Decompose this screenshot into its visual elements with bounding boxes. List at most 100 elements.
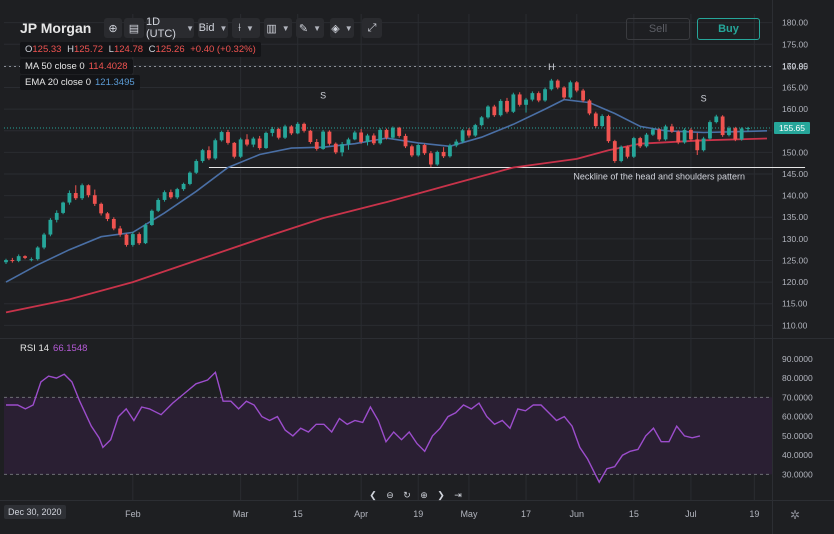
candle: [194, 159, 199, 174]
x-tick-label: 15: [629, 509, 639, 519]
ema-legend[interactable]: EMA 20 close 0 121.3495: [20, 75, 140, 90]
candle: [264, 131, 268, 149]
candle-body: [143, 225, 148, 244]
candle: [733, 126, 738, 142]
drawing-tools-button[interactable]: ✎ ▼: [296, 18, 324, 38]
candle-body: [600, 116, 605, 126]
candle-body: [467, 130, 471, 136]
candle-body: [397, 127, 402, 136]
toolbar: JP Morgan ⊕ ▤ 1D (UTC) ▼ Bid ▼ ⟊ ▼ ▥ ▼ ✎ ▼ ◈ ▼…: [0, 14, 834, 44]
candle: [23, 255, 27, 260]
indicators-button[interactable]: ▥ ▼: [264, 18, 292, 38]
candle-body: [441, 151, 446, 157]
candle: [390, 126, 395, 139]
ohlc-open: O125.33: [25, 44, 62, 55]
candle: [536, 91, 541, 103]
candle: [340, 142, 345, 157]
candle-body: [378, 129, 383, 144]
candle-body: [359, 132, 364, 142]
candle-body: [175, 189, 180, 198]
candle-body: [517, 94, 522, 105]
reset-icon[interactable]: ↻: [400, 488, 414, 502]
interval-select[interactable]: 1D (UTC) ▼: [146, 16, 194, 40]
add-symbol-icon[interactable]: ⊕: [104, 18, 122, 38]
candle: [606, 114, 611, 143]
scroll-left-icon[interactable]: ❮: [366, 488, 380, 502]
candle-body: [333, 143, 338, 153]
candle: [682, 128, 687, 144]
candle-body: [739, 128, 744, 140]
buy-button[interactable]: Buy: [697, 18, 760, 40]
candle-body: [92, 195, 97, 204]
candle: [486, 105, 490, 119]
candle-body: [16, 256, 21, 261]
candle: [638, 136, 643, 149]
candle: [739, 127, 744, 141]
candle-body: [67, 193, 72, 203]
candle: [524, 97, 528, 113]
layers-icon[interactable]: ◈ ▼: [330, 18, 354, 38]
candle-body: [403, 135, 408, 147]
candle-body: [429, 153, 433, 165]
rsi-legend[interactable]: RSI 14 66.1548: [20, 343, 87, 354]
candle-body: [29, 259, 34, 261]
candle-body: [4, 260, 8, 263]
rsi-tick-label: 50.0000: [782, 431, 813, 441]
candle: [48, 218, 53, 237]
candle: [156, 198, 161, 213]
ohlc-high: H125.72: [67, 44, 104, 55]
candle: [473, 123, 478, 137]
candle-body: [232, 142, 237, 157]
annotations: Neckline of the head and shoulders patte…: [320, 62, 745, 181]
candle: [695, 132, 700, 155]
ma-legend[interactable]: MA 50 close 0 114.4028: [20, 59, 133, 74]
candle-body: [23, 256, 27, 258]
candle-body: [213, 140, 218, 159]
candle: [111, 217, 116, 231]
candle-body: [276, 129, 281, 138]
ema-legend-value: 121.3495: [95, 77, 135, 88]
ohlc-close: C125.26: [148, 44, 185, 55]
candle-body: [86, 185, 91, 196]
zoom-in-icon[interactable]: ⊕: [417, 488, 431, 502]
chart-type-select[interactable]: ⟊ ▼: [232, 18, 260, 38]
price-side-label: Bid: [198, 22, 215, 34]
chevron-down-icon: ▼: [186, 23, 194, 33]
y-tick-label: 115.00: [782, 299, 808, 309]
zoom-out-icon[interactable]: ⊖: [383, 488, 397, 502]
x-tick-label: Jun: [570, 509, 585, 519]
compare-icon[interactable]: ▤: [124, 18, 144, 38]
candle-body: [638, 138, 643, 147]
candle: [314, 138, 319, 151]
candle-body: [207, 150, 211, 159]
candle: [498, 99, 503, 117]
settings-gear-icon[interactable]: ✲: [790, 508, 800, 522]
candle: [600, 114, 605, 128]
candle-body: [181, 183, 186, 190]
rsi-band-fill: [4, 397, 772, 475]
chart-root: Feb Mar 15 Apr 19 May 17 Jun 15 Jul 19 180.00 175.00…: [0, 0, 834, 534]
candle: [295, 122, 300, 135]
scroll-to-end-icon[interactable]: ⇥: [451, 488, 465, 502]
candle-body: [549, 80, 554, 90]
candle-body: [105, 213, 110, 219]
candle-body: [720, 116, 725, 136]
scroll-right-icon[interactable]: ❯: [434, 488, 448, 502]
candle: [226, 129, 230, 145]
candle: [321, 129, 325, 150]
sell-button[interactable]: Sell: [626, 18, 690, 40]
candle-body: [524, 99, 528, 105]
candle: [435, 150, 440, 166]
price-side-select[interactable]: Bid ▼: [198, 18, 228, 38]
candle-body: [606, 116, 611, 142]
candle-body: [612, 141, 617, 162]
fullscreen-icon[interactable]: ⤢: [362, 18, 382, 38]
current-price-label: 155.65: [779, 123, 805, 133]
rsi-legend-name: RSI 14: [20, 343, 50, 354]
rsi-tick-label: 30.0000: [782, 469, 813, 479]
candle: [562, 86, 566, 100]
candle-body: [365, 135, 370, 142]
candle-body: [295, 123, 300, 134]
interval-label: 1D (UTC): [146, 16, 176, 40]
price-axis-border: [772, 0, 773, 534]
